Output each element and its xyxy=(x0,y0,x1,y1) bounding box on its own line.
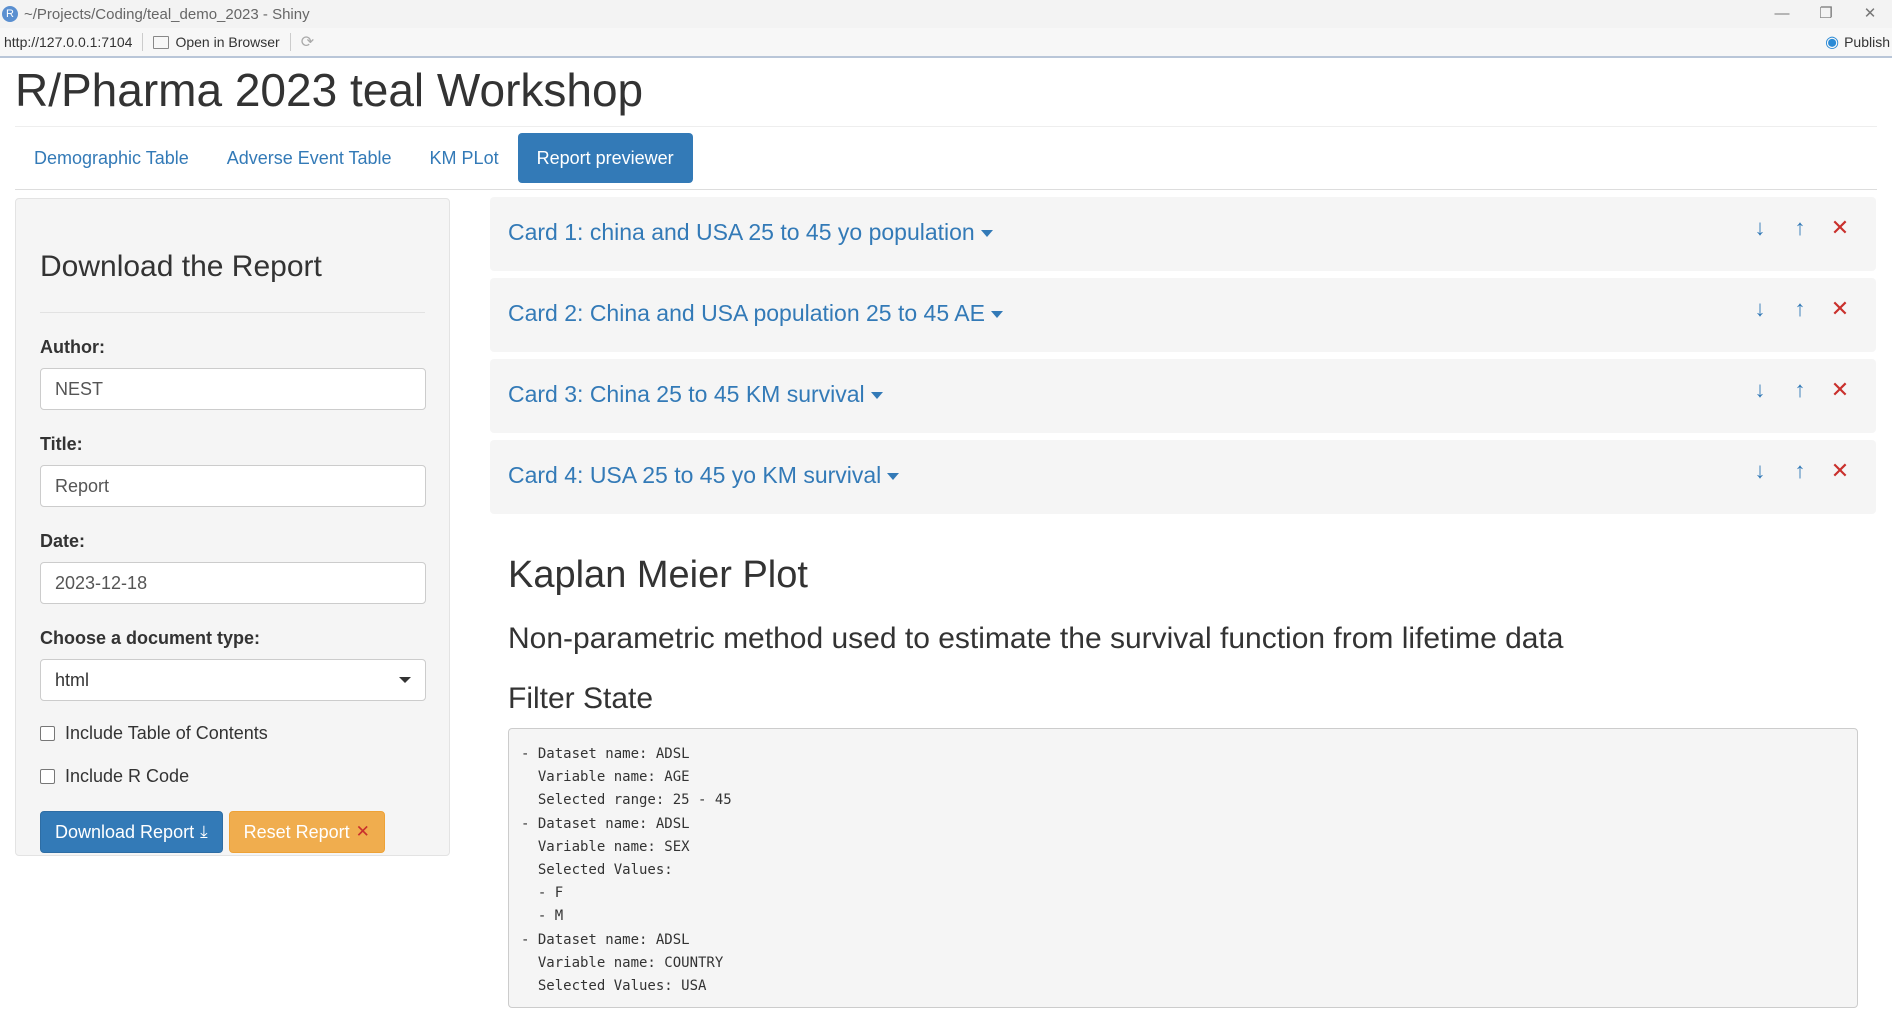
filter-state-code: - Dataset name: ADSL Variable name: AGE … xyxy=(508,728,1858,1008)
card-2-actions: ↓ ↑ ✕ xyxy=(1750,296,1850,322)
restore-icon[interactable]: ❐ xyxy=(1804,0,1848,26)
caret-down-icon xyxy=(980,230,993,238)
download-report-label: Download Report xyxy=(55,821,195,842)
move-down-icon[interactable]: ↓ xyxy=(1750,215,1770,241)
publish-label: Publish xyxy=(1844,34,1890,50)
move-up-icon[interactable]: ↑ xyxy=(1790,296,1810,322)
move-up-icon[interactable]: ↑ xyxy=(1790,377,1810,403)
reset-report-button[interactable]: Reset Report ✕ xyxy=(228,811,385,853)
date-input[interactable] xyxy=(40,562,426,604)
title-label: Title: xyxy=(40,434,83,454)
include-rcode-row[interactable]: Include R Code xyxy=(40,766,425,787)
card-4-actions: ↓ ↑ ✕ xyxy=(1750,458,1850,484)
window-controls: — ❐ ✕ xyxy=(1760,0,1892,28)
include-rcode-checkbox[interactable] xyxy=(40,769,55,784)
tab-km-plot[interactable]: KM PLot xyxy=(411,133,518,183)
include-toc-checkbox[interactable] xyxy=(40,726,55,741)
caret-down-icon xyxy=(870,392,883,400)
viewer-toolbar: http://127.0.0.1:7104 Open in Browser ⟳ … xyxy=(0,28,1892,58)
toolbar-divider xyxy=(142,33,144,51)
doctype-select[interactable]: html xyxy=(40,659,426,701)
refresh-icon[interactable]: ⟳ xyxy=(301,32,314,52)
remove-card-icon[interactable]: ✕ xyxy=(1830,215,1850,241)
remove-card-icon[interactable]: ✕ xyxy=(1830,377,1850,403)
sidebar-heading: Download the Report xyxy=(40,250,322,283)
remove-card-icon[interactable]: ✕ xyxy=(1830,296,1850,322)
move-up-icon[interactable]: ↑ xyxy=(1790,215,1810,241)
date-label: Date: xyxy=(40,531,86,551)
window-title: ~/Projects/Coding/teal_demo_2023 - Shiny xyxy=(24,5,310,23)
caret-down-icon xyxy=(399,677,411,683)
report-card-1: Card 1: china and USA 25 to 45 yo popula… xyxy=(490,197,1876,271)
card-1-actions: ↓ ↑ ✕ xyxy=(1750,215,1850,241)
minimize-icon[interactable]: — xyxy=(1760,0,1804,26)
report-card-3: Card 3: China 25 to 45 KM survival ↓ ↑ ✕ xyxy=(490,359,1876,433)
report-card-4: Card 4: USA 25 to 45 yo KM survival ↓ ↑ … xyxy=(490,440,1876,514)
card-1-title: Card 1: china and USA 25 to 45 yo popula… xyxy=(508,219,975,245)
tab-report-previewer[interactable]: Report previewer xyxy=(517,133,693,183)
viewer-url: http://127.0.0.1:7104 xyxy=(4,34,133,50)
x-icon: ✕ xyxy=(355,822,370,841)
publish-icon: ◉ xyxy=(1825,34,1840,51)
window-titlebar: R ~/Projects/Coding/teal_demo_2023 - Shi… xyxy=(0,0,1892,29)
tab-demographic-table[interactable]: Demographic Table xyxy=(15,133,208,183)
main-tabs: Demographic Table Adverse Event Table KM… xyxy=(15,133,1877,190)
report-heading: Kaplan Meier Plot xyxy=(508,554,808,596)
include-toc-label: Include Table of Contents xyxy=(65,723,268,743)
card-1-toggle[interactable]: Card 1: china and USA 25 to 45 yo popula… xyxy=(508,219,993,246)
card-3-actions: ↓ ↑ ✕ xyxy=(1750,377,1850,403)
remove-card-icon[interactable]: ✕ xyxy=(1830,458,1850,484)
download-report-button[interactable]: Download Report ⤓ xyxy=(40,811,223,853)
doctype-label: Choose a document type: xyxy=(40,628,261,648)
browser-window-icon xyxy=(153,35,170,49)
download-icon: ⤓ xyxy=(200,822,208,841)
title-divider xyxy=(15,126,1877,127)
open-in-browser-button[interactable]: Open in Browser xyxy=(153,34,280,50)
close-window-icon[interactable]: ✕ xyxy=(1848,0,1892,26)
author-input[interactable] xyxy=(40,368,426,410)
move-down-icon[interactable]: ↓ xyxy=(1750,377,1770,403)
report-sidebar: Download the Report Author: Title: Date:… xyxy=(15,198,450,856)
card-3-title: Card 3: China 25 to 45 KM survival xyxy=(508,381,865,407)
caret-down-icon xyxy=(887,473,900,481)
rstudio-app-icon: R xyxy=(2,6,18,22)
caret-down-icon xyxy=(990,311,1003,319)
card-2-toggle[interactable]: Card 2: China and USA population 25 to 4… xyxy=(508,300,1003,327)
open-in-browser-label: Open in Browser xyxy=(175,34,280,50)
card-4-title: Card 4: USA 25 to 45 yo KM survival xyxy=(508,462,882,488)
report-subheading: Non-parametric method used to estimate t… xyxy=(508,622,1564,655)
card-4-toggle[interactable]: Card 4: USA 25 to 45 yo KM survival xyxy=(508,462,900,489)
author-label: Author: xyxy=(40,337,105,357)
card-3-toggle[interactable]: Card 3: China 25 to 45 KM survival xyxy=(508,381,883,408)
doctype-selected-value: html xyxy=(55,670,90,690)
include-toc-row[interactable]: Include Table of Contents xyxy=(40,723,425,744)
reset-report-label: Reset Report xyxy=(243,821,350,842)
move-up-icon[interactable]: ↑ xyxy=(1790,458,1810,484)
tab-adverse-event-table[interactable]: Adverse Event Table xyxy=(208,133,411,183)
sidebar-buttons: Download Report ⤓ Reset Report ✕ xyxy=(40,811,425,853)
toolbar-divider xyxy=(289,33,291,51)
filter-state-heading: Filter State xyxy=(508,682,654,715)
publish-button[interactable]: ◉ Publish xyxy=(1825,32,1890,52)
include-rcode-label: Include R Code xyxy=(65,766,190,786)
page-title: R/Pharma 2023 teal Workshop xyxy=(15,64,644,116)
move-down-icon[interactable]: ↓ xyxy=(1750,458,1770,484)
move-down-icon[interactable]: ↓ xyxy=(1750,296,1770,322)
card-2-title: Card 2: China and USA population 25 to 4… xyxy=(508,300,985,326)
title-input[interactable] xyxy=(40,465,426,507)
sidebar-divider xyxy=(40,312,425,313)
report-card-2: Card 2: China and USA population 25 to 4… xyxy=(490,278,1876,352)
